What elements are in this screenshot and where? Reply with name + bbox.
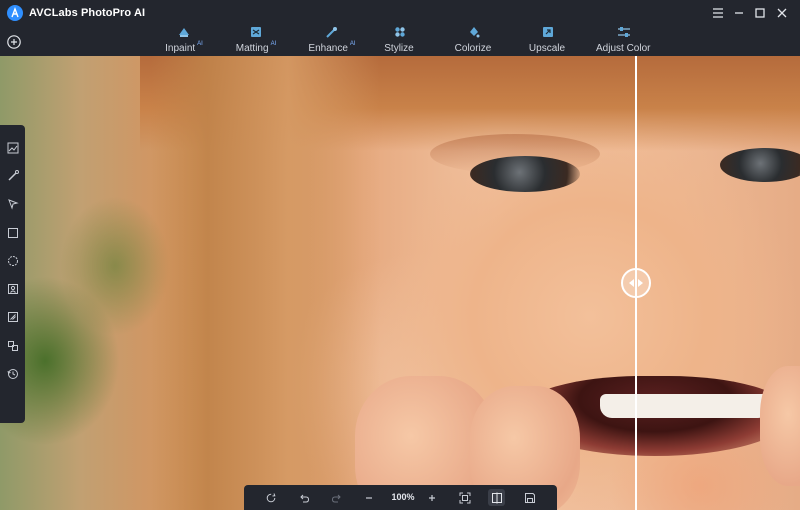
save-icon[interactable] (521, 489, 538, 506)
compare-slider-handle[interactable] (621, 268, 651, 298)
matting-icon (251, 27, 261, 37)
plus-circle-icon (7, 35, 21, 49)
tab-label: Matting AI (235, 41, 277, 54)
tab-label: Upscale (528, 43, 566, 54)
undo-icon[interactable] (295, 489, 312, 506)
redo-icon[interactable] (328, 489, 345, 506)
select-pointer-icon[interactable] (4, 195, 21, 212)
tab-label: Stylize (384, 43, 414, 54)
tab-adjust-color[interactable]: Adjust Color (596, 24, 652, 56)
tab-enhance[interactable]: Enhance AI (302, 24, 362, 56)
stylize-icon (395, 27, 405, 37)
history-icon[interactable] (4, 365, 21, 382)
close-icon[interactable] (772, 4, 792, 22)
fit-screen-icon[interactable] (456, 489, 473, 506)
photo-hair-side (150, 56, 380, 510)
tab-matting[interactable]: Matting AI (228, 24, 284, 56)
zoom-in-icon[interactable] (423, 489, 440, 506)
tab-inpaint[interactable]: Inpaint AI (156, 24, 212, 56)
brush-icon[interactable] (4, 167, 21, 184)
photo-teeth (600, 394, 770, 418)
tab-upscale[interactable]: Upscale (528, 24, 568, 56)
adjust-color-icon (618, 27, 630, 37)
bottom-control-bar: 100% (244, 485, 557, 510)
photo-eye-left (470, 156, 580, 192)
zoom-level: 100% (391, 492, 415, 502)
colorize-icon (470, 27, 480, 38)
app-logo-icon (7, 5, 23, 21)
add-image-button[interactable] (6, 34, 22, 50)
tab-label: Colorize (454, 43, 492, 54)
photo-canvas[interactable] (0, 56, 800, 510)
tab-label: Enhance AI (308, 41, 356, 54)
enhance-icon (326, 27, 337, 38)
inpaint-icon (179, 28, 189, 37)
app-title: AVCLabs PhotoPro AI (29, 7, 146, 19)
object-select-icon[interactable] (4, 308, 21, 325)
image-icon[interactable] (4, 139, 21, 156)
ellipse-select-icon[interactable] (4, 252, 21, 269)
title-bar: AVCLabs PhotoPro AI Inpaint AI Matting AI (0, 0, 800, 56)
photo-eye-right (720, 148, 800, 182)
tab-label: Adjust Color (596, 43, 651, 54)
upscale-icon (543, 27, 553, 37)
reset-icon[interactable] (262, 489, 279, 506)
zoom-out-icon[interactable] (360, 489, 377, 506)
replace-icon[interactable] (4, 337, 21, 354)
tab-label: Inpaint AI (165, 41, 203, 54)
tab-stylize[interactable]: Stylize (380, 24, 420, 56)
portrait-icon[interactable] (4, 280, 21, 297)
left-right-arrows-icon (629, 279, 643, 287)
menu-icon[interactable] (708, 4, 728, 22)
minimize-icon[interactable] (729, 4, 749, 22)
left-toolbar (0, 125, 25, 423)
maximize-icon[interactable] (750, 4, 770, 22)
tab-colorize[interactable]: Colorize (454, 24, 494, 56)
rectangle-select-icon[interactable] (4, 224, 21, 241)
compare-icon[interactable] (488, 489, 505, 506)
photo-hand-far (760, 366, 800, 486)
